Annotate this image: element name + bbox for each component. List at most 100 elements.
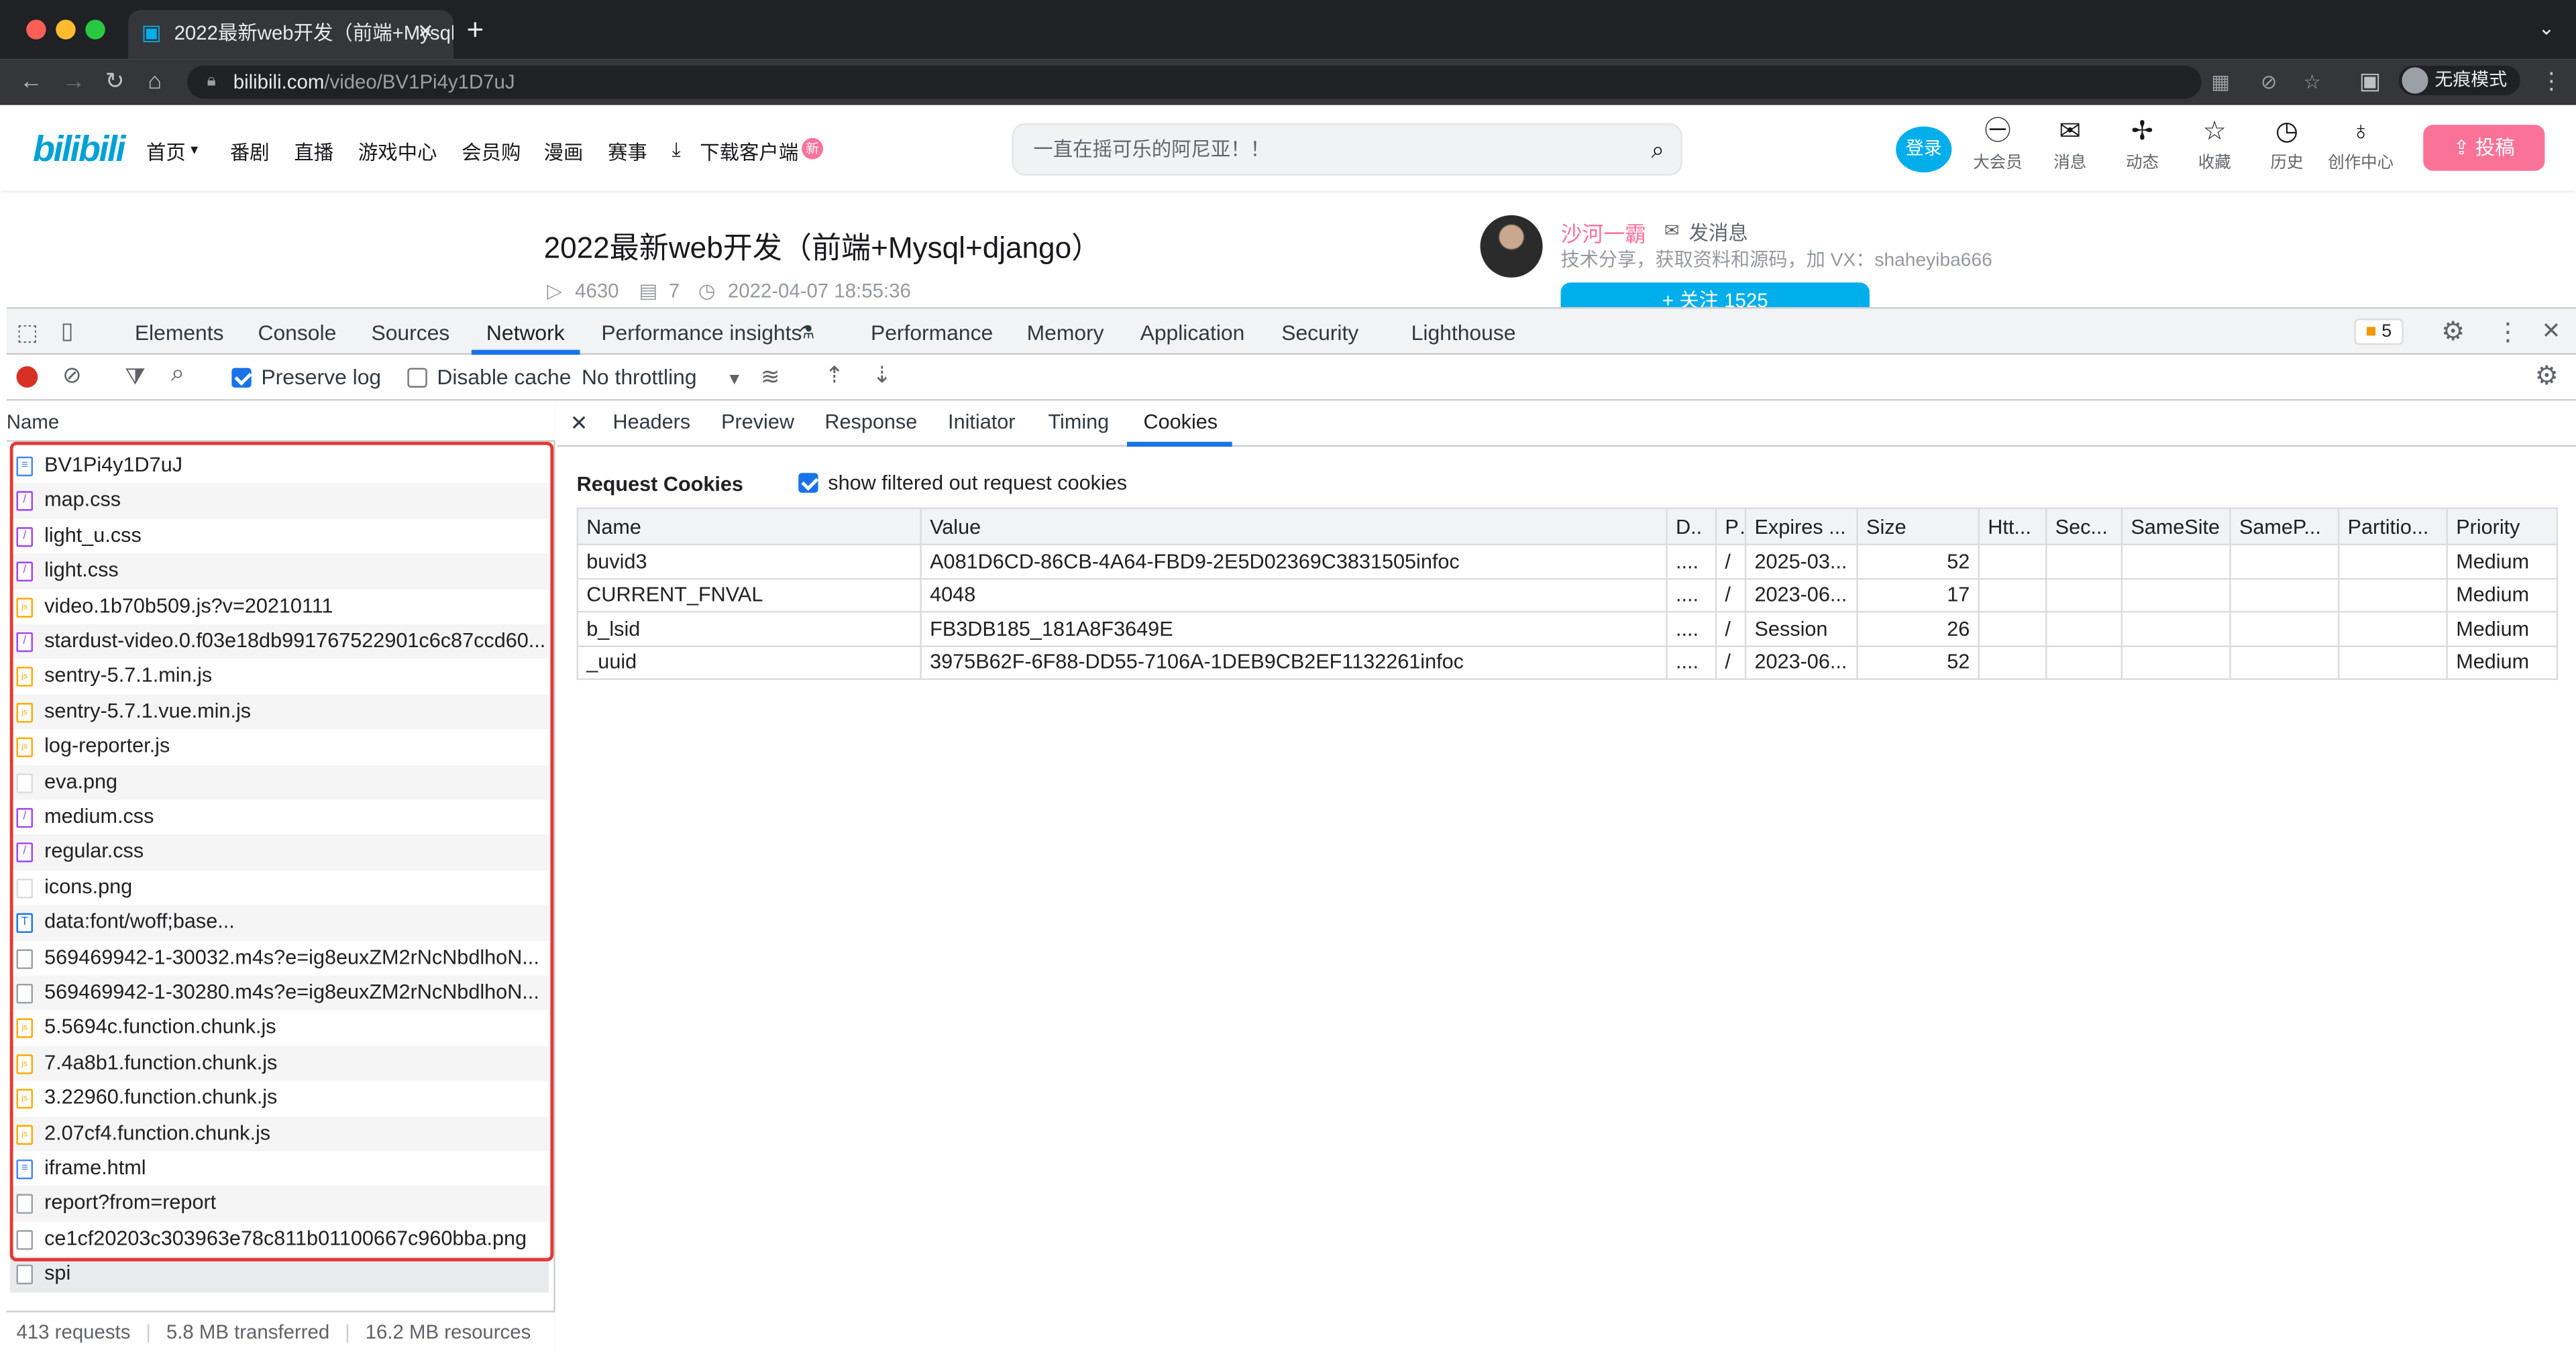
more-options-icon[interactable]: ⋮ (2496, 317, 2520, 347)
cookie-column-header[interactable]: Name (576, 507, 922, 546)
uploader-name[interactable]: 沙河一霸 (1561, 217, 1646, 248)
cookie-row[interactable]: buvid3 A081D6CD-86CB-4A64-FBD9-2E5D02369C… (576, 543, 2559, 579)
record-button[interactable] (16, 366, 38, 388)
tab-elements[interactable]: Elements (135, 321, 224, 345)
minimize-window-button[interactable] (56, 19, 76, 40)
dynamics-button[interactable]: ✢ 动态 (2109, 118, 2175, 172)
clear-icon[interactable]: ⊘ (62, 361, 82, 390)
tab-lighthouse[interactable]: Lighthouse (1411, 321, 1516, 345)
cookie-column-header[interactable]: SameSite (2121, 507, 2231, 546)
issues-counter[interactable]: ■ 5 (2354, 319, 2404, 345)
request-list-header (6, 402, 555, 442)
close-window-button[interactable] (26, 19, 46, 40)
request-count: 413 requests (16, 1320, 131, 1344)
maximize-window-button[interactable] (85, 19, 105, 40)
send-message-link[interactable]: 发消息 (1689, 219, 1748, 247)
tab-performance-insights[interactable]: Performance insights (601, 321, 802, 345)
back-icon[interactable]: ← (19, 66, 42, 95)
tab-performance[interactable]: Performance (871, 321, 993, 345)
preserve-log-checkbox[interactable]: Preserve log (231, 365, 381, 389)
tab-network[interactable]: Network (486, 321, 565, 345)
new-tab-icon[interactable]: + (467, 13, 484, 48)
close-detail-icon[interactable]: ✕ (570, 410, 588, 437)
cookie-row[interactable]: _uuid 3975B62F-6F88-DD55-7106A-1DEB9CB2EF… (576, 644, 2559, 680)
throttling-select[interactable]: No throttling ▼ (582, 365, 743, 390)
nav-home[interactable]: 首页 (146, 138, 186, 166)
uploader-description: 技术分享，获取资料和源码，加 VX：shaheyiba666 (1560, 251, 1992, 272)
tab-application[interactable]: Application (1140, 321, 1245, 345)
bilibili-logo[interactable]: bilibili (33, 128, 126, 171)
cookie-column-header[interactable]: Sec... (2045, 507, 2123, 546)
cookie-row[interactable]: CURRENT_FNVAL 4048..../2023-06... 17 Medium (576, 577, 2559, 613)
nav-esports[interactable]: 赛事 (608, 138, 647, 166)
nav-anime[interactable]: 番剧 (230, 138, 270, 166)
network-settings-gear-icon[interactable]: ⚙ (2535, 359, 2559, 392)
home-icon[interactable]: ⌂ (148, 66, 162, 95)
login-button[interactable]: 登录 (1896, 126, 1952, 173)
search-icon[interactable]: ⌕ (171, 359, 185, 388)
cookie-row[interactable]: b_lsid FB3DB185_181A8F3649E.... / Session 26… (576, 611, 2559, 646)
vip-button[interactable]: ㊀大会员 (1965, 118, 2031, 172)
nav-games[interactable]: 游戏中心 (358, 138, 437, 166)
eye-off-icon[interactable]: ⊘ (2261, 66, 2277, 99)
avatar[interactable] (1480, 215, 1543, 278)
star-icon[interactable]: ☆ (2303, 66, 2320, 99)
inspect-element-icon[interactable]: ⬚ (16, 319, 38, 347)
chevron-down-icon[interactable]: ⌄ (2538, 16, 2555, 39)
tab-memory[interactable]: Memory (1027, 321, 1104, 345)
cookie-column-header[interactable]: Expires ... (1744, 507, 1858, 546)
address-bar[interactable]: 🔒︎ bilibili.com/video/BV1Pi4y1D7uJ ▦ ⊘ ☆ (187, 65, 2321, 99)
cookie-column-header[interactable]: P (1715, 507, 1747, 546)
network-conditions-icon[interactable]: ≋ (761, 363, 780, 391)
cookie-column-header[interactable]: Size (1856, 507, 1980, 546)
qr-icon[interactable]: ▦ (2211, 66, 2230, 99)
cookie-column-header[interactable]: SameP... (2229, 507, 2340, 546)
subtab-preview[interactable]: Preview (721, 410, 794, 433)
subtab-headers[interactable]: Headers (612, 410, 690, 433)
nav-shop[interactable]: 会员购 (462, 138, 521, 166)
subtab-response[interactable]: Response (824, 410, 917, 433)
name-column-header[interactable]: Name (7, 410, 59, 433)
nav-live[interactable]: 直播 (294, 138, 333, 166)
sidepanel-icon[interactable]: ▣ (2359, 66, 2381, 95)
incognito-chip[interactable]: 无痕模式 (2398, 65, 2520, 96)
forward-icon[interactable]: → (62, 66, 85, 95)
search-input[interactable]: 一直在摇可乐的阿尼亚！！ ⌕ (1012, 123, 1682, 176)
close-tab-icon[interactable]: ✕ (417, 19, 434, 42)
disable-cache-checkbox[interactable]: Disable cache (407, 365, 571, 389)
nav-download-client[interactable]: 下载客户端 (700, 138, 798, 166)
tab-security[interactable]: Security (1281, 321, 1358, 345)
messages-button[interactable]: ✉ 消息 (2037, 118, 2103, 172)
creator-button[interactable]: ♁ 创作中心 (2326, 118, 2396, 172)
network-toolbar (6, 354, 2576, 401)
reload-icon[interactable]: ↻ (105, 66, 125, 95)
favorites-button[interactable]: ☆ 收藏 (2182, 118, 2247, 172)
filter-icon[interactable]: ⧩ (125, 363, 146, 391)
upload-har-icon[interactable]: ⇡ (824, 361, 844, 390)
subtab-timing[interactable]: Timing (1048, 410, 1109, 433)
tab-console[interactable]: Console (258, 321, 336, 345)
tab-sources[interactable]: Sources (371, 321, 449, 345)
cookie-column-header[interactable]: Partitio... (2337, 507, 2448, 546)
follow-button[interactable]: + 关注 1525 (1560, 282, 1870, 309)
cookie-column-header[interactable]: Priority (2446, 507, 2559, 546)
upload-button[interactable]: ⇪ 投稿 (2423, 125, 2545, 171)
browser-tab[interactable]: ▣ 2022最新web开发（前端+Mysql+django）- 哔哩哔哩 (128, 9, 453, 60)
request-row[interactable]: spi (9, 1256, 549, 1292)
subtab-initiator[interactable]: Initiator (948, 410, 1015, 433)
nav-manga[interactable]: 漫画 (544, 138, 584, 166)
download-har-icon[interactable]: ⇣ (872, 361, 892, 390)
kebab-menu-icon[interactable]: ⋮ (2540, 66, 2563, 95)
device-toolbar-icon[interactable]: ▯ (61, 317, 74, 345)
settings-gear-icon[interactable]: ⚙ (2441, 315, 2465, 348)
cookie-column-header[interactable]: D.. (1666, 507, 1717, 546)
history-button[interactable]: ◷ 历史 (2254, 118, 2320, 172)
active-subtab-indicator (1127, 441, 1232, 447)
subtab-cookies[interactable]: Cookies (1143, 410, 1218, 433)
cookie-column-header[interactable]: Value (920, 507, 1668, 546)
cookie-column-header[interactable]: Htt... (1978, 507, 2047, 546)
close-devtools-icon[interactable]: ✕ (2542, 317, 2561, 345)
favorites-label: 收藏 (2198, 154, 2231, 173)
show-filtered-checkbox[interactable]: show filtered out request cookies (798, 471, 1127, 494)
search-icon[interactable]: ⌕ (1652, 125, 1664, 174)
